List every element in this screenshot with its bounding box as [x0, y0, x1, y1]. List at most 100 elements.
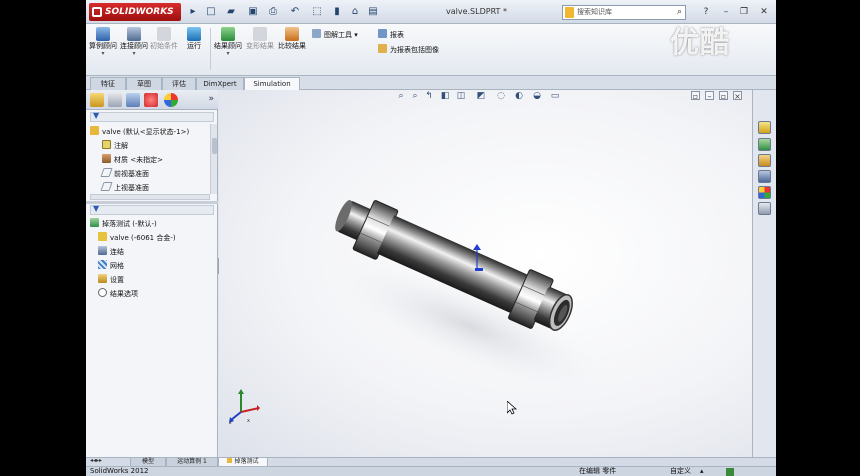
- section-view-icon[interactable]: ◧: [439, 91, 451, 102]
- rebuild-status-icon[interactable]: [726, 468, 734, 476]
- include-image-button[interactable]: 为报表包括图像: [378, 44, 439, 55]
- study-item-setup[interactable]: 设置: [98, 274, 124, 285]
- drop-test-icon: [90, 218, 99, 227]
- results-advisor-button[interactable]: 结果顾问 ▾: [214, 27, 242, 58]
- tab-dimxpert[interactable]: DimXpert: [196, 77, 244, 90]
- zoom-to-area-icon[interactable]: ⌕: [409, 91, 421, 102]
- tree-horizontal-scrollbar[interactable]: [90, 194, 210, 200]
- search-icon[interactable]: ⌕: [677, 6, 682, 19]
- heads-up-view-toolbar: ⌕ ⌕ ↰ ◧ ◫ ◩ ◌ ◐ ◒ ▭: [395, 90, 567, 103]
- previous-view-icon[interactable]: ↰: [423, 91, 435, 102]
- view-palette-icon[interactable]: [758, 170, 771, 183]
- design-library-icon[interactable]: [758, 138, 771, 151]
- custom-properties-icon[interactable]: [758, 202, 771, 215]
- property-manager-tab-icon[interactable]: [108, 93, 122, 107]
- viewport-minimize-icon[interactable]: –: [705, 91, 714, 101]
- edit-appearance-icon[interactable]: ◐: [513, 91, 525, 102]
- tree-item-material[interactable]: 材质 <未指定>: [102, 154, 163, 165]
- tree-item-front-plane[interactable]: 前视基准面: [100, 168, 149, 179]
- study-root[interactable]: 掉落测试 (-默认-): [90, 218, 157, 229]
- feature-manager-tab-icon[interactable]: [90, 93, 104, 107]
- options-icon[interactable]: ▤: [366, 6, 380, 18]
- report-button[interactable]: 报表: [378, 29, 404, 40]
- connections-icon: [98, 246, 107, 255]
- file-explorer-icon[interactable]: [758, 154, 771, 167]
- new-document-icon[interactable]: □: [204, 6, 218, 18]
- study-item-part[interactable]: valve (-6061 合金-): [98, 232, 176, 243]
- file-properties-icon[interactable]: ⌂: [348, 6, 362, 18]
- tree-filter[interactable]: ▼: [90, 111, 214, 122]
- study-item-label: 结果选项: [110, 290, 138, 298]
- viewport-split-icon[interactable]: ▫: [691, 91, 700, 101]
- minimize-icon[interactable]: –: [720, 7, 732, 18]
- ribbon-separator: [210, 28, 211, 70]
- svg-text:z: z: [229, 420, 232, 424]
- tree-item-top-plane[interactable]: 上视基准面: [100, 182, 149, 193]
- more-tabs-icon[interactable]: »: [208, 94, 214, 104]
- close-icon[interactable]: ✕: [758, 7, 770, 18]
- study-tree-filter[interactable]: ▼: [90, 204, 214, 215]
- video-watermark: 优酷: [670, 25, 731, 59]
- appearances-icon[interactable]: [758, 186, 771, 199]
- status-app-version: SolidWorks 2012: [90, 467, 149, 475]
- view-orientation-icon[interactable]: ◫: [455, 91, 467, 102]
- zoom-to-fit-icon[interactable]: ⌕: [395, 91, 407, 102]
- feature-manager-panel: » ▼ valve (默认<显示状态-1>) 注解 材质 <未指定> 前视基准面…: [86, 90, 218, 457]
- viewport-close-icon[interactable]: ×: [733, 91, 742, 101]
- tab-evaluate[interactable]: 评估: [162, 77, 196, 90]
- dimxpert-manager-tab-icon[interactable]: [144, 93, 158, 107]
- panel-tabs: »: [86, 90, 218, 110]
- annotations-icon: [102, 140, 111, 149]
- study-item-connections[interactable]: 连结: [98, 246, 124, 257]
- restore-icon[interactable]: ❐: [738, 7, 750, 18]
- plot-tools-button[interactable]: 图解工具 ▾: [312, 29, 358, 40]
- status-units[interactable]: 自定义: [670, 467, 691, 476]
- study-item-result-options[interactable]: 结果选项: [98, 288, 138, 299]
- solidworks-resources-icon[interactable]: [758, 121, 771, 134]
- setup-icon: [98, 274, 107, 283]
- study-item-label: 网格: [110, 262, 124, 270]
- compare-results-button[interactable]: 比较结果: [278, 27, 306, 50]
- run-button[interactable]: 运行: [180, 27, 208, 50]
- undo-icon[interactable]: ↶: [288, 6, 302, 18]
- tree-root-part[interactable]: valve (默认<显示状态-1>): [90, 126, 189, 137]
- hide-show-items-icon[interactable]: ◌: [495, 91, 507, 102]
- tree-item-annotations[interactable]: 注解: [102, 140, 128, 151]
- tab-scroll-arrows-icon[interactable]: ◂◂▸▸: [90, 457, 102, 464]
- select-icon[interactable]: ⬚: [310, 6, 324, 18]
- graphics-area[interactable]: ⌕ ⌕ ↰ ◧ ◫ ◩ ◌ ◐ ◒ ▭ ▫ – ▫ × x z: [219, 90, 752, 457]
- open-folder-icon[interactable]: ▰: [224, 6, 238, 18]
- search-input[interactable]: 搜索知识库 ⌕: [562, 5, 686, 20]
- configuration-manager-tab-icon[interactable]: [126, 93, 140, 107]
- display-style-icon[interactable]: ◩: [475, 91, 487, 102]
- task-pane: [752, 90, 776, 457]
- tab-simulation[interactable]: Simulation: [244, 77, 300, 90]
- document-title: valve.SLDPRT *: [446, 7, 507, 16]
- connections-advisor-label: 连接顾问: [120, 42, 148, 50]
- apply-scene-icon[interactable]: ◒: [531, 91, 543, 102]
- solidworks-logo[interactable]: SOLIDWORKS: [89, 3, 181, 21]
- tab-sketch[interactable]: 草图: [126, 77, 162, 90]
- deformed-result-button[interactable]: 变形结果: [246, 27, 274, 50]
- display-manager-tab-icon[interactable]: [164, 93, 178, 107]
- valve-3d-model[interactable]: [299, 176, 619, 396]
- initial-conditions-button[interactable]: 初始条件: [150, 27, 178, 50]
- view-settings-icon[interactable]: ▭: [549, 91, 561, 102]
- title-bar: SOLIDWORKS ▸ □ ▰ ▣ ⎙ ↶ ⬚ ▮ ⌂ ▤ valve.SLD…: [86, 0, 776, 24]
- tree-scrollbar[interactable]: [210, 124, 217, 194]
- print-icon[interactable]: ⎙: [266, 6, 280, 18]
- help-icon[interactable]: ?: [700, 7, 712, 18]
- units-dropdown-icon[interactable]: ▴: [700, 467, 704, 476]
- reference-triad-icon: x z: [229, 389, 260, 424]
- viewport-restore-icon[interactable]: ▫: [719, 91, 728, 101]
- study-advisor-button[interactable]: 算例顾问 ▾: [89, 27, 117, 58]
- save-icon[interactable]: ▣: [246, 6, 260, 18]
- tab-features[interactable]: 特征: [90, 77, 126, 90]
- scrollbar-thumb[interactable]: [212, 138, 217, 154]
- menu-arrow-icon[interactable]: ▸: [186, 6, 200, 18]
- study-item-mesh[interactable]: 网格: [98, 260, 124, 271]
- panel-divider[interactable]: [86, 201, 218, 204]
- rebuild-icon[interactable]: ▮: [330, 6, 344, 18]
- connections-advisor-button[interactable]: 连接顾问 ▾: [120, 27, 148, 58]
- dropdown-arrow-icon: ▾: [354, 31, 358, 39]
